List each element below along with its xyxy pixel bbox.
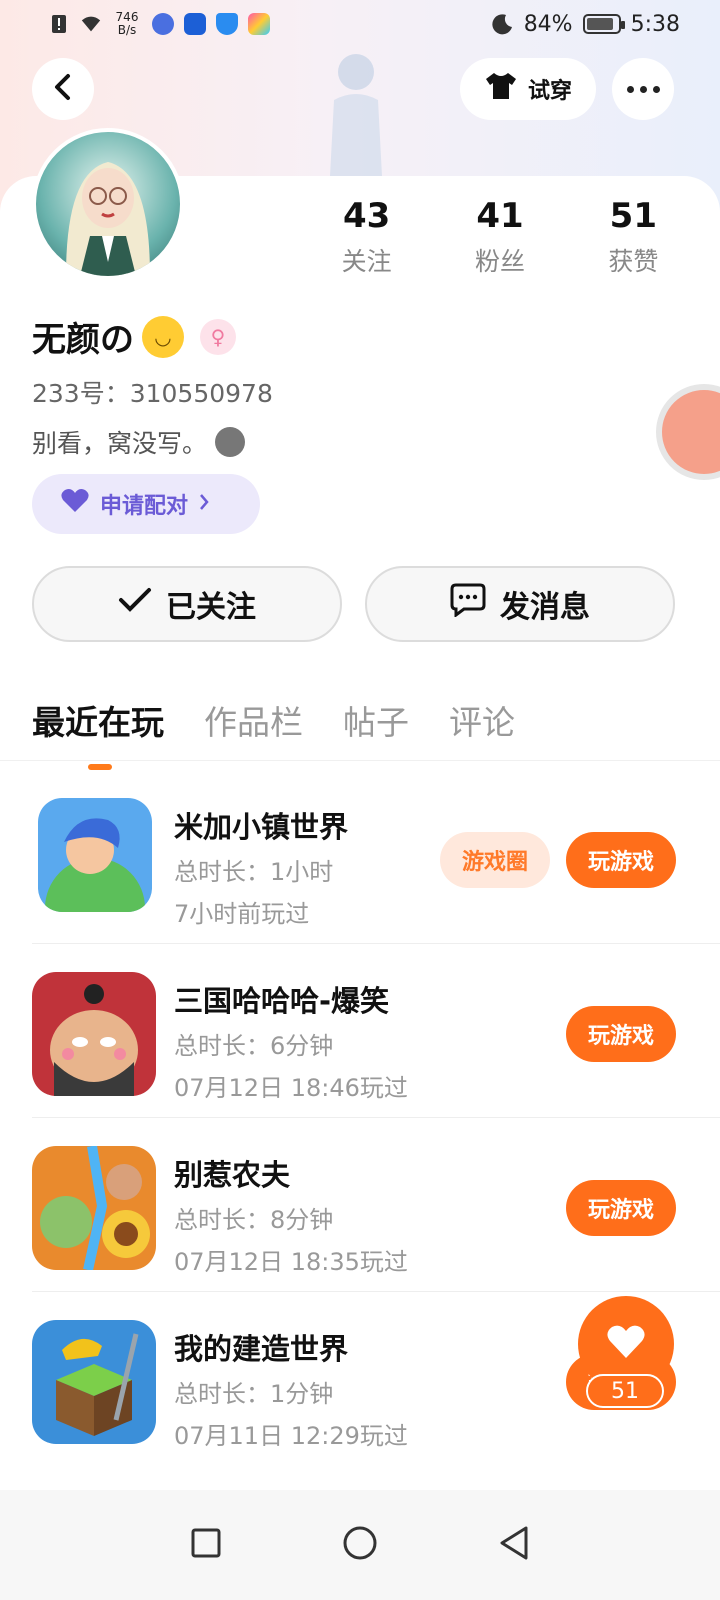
stat-likes[interactable]: 51 获赞 — [567, 196, 700, 278]
game-name: 别惹农夫 — [174, 1158, 291, 1192]
net-speed-unit: B/s — [117, 23, 137, 37]
game-last-played: 07月12日 18:46玩过 — [174, 1074, 408, 1102]
try-on-button[interactable]: 试穿 — [460, 58, 596, 120]
following-count: 43 — [343, 196, 391, 236]
bio-row: 别看，窝没写。 — [32, 424, 246, 460]
battery-icon — [582, 14, 625, 34]
profile-tabs: 最近在玩 作品栏 帖子 评论 — [32, 696, 515, 770]
game-duration: 总时长：1小时 — [174, 858, 334, 886]
tab-recently-played[interactable]: 最近在玩 — [32, 696, 164, 770]
chevron-left-icon — [52, 73, 74, 105]
status-right: 84% 5:38 — [492, 12, 680, 37]
followed-label: 已关注 — [166, 590, 256, 625]
home-icon[interactable] — [342, 1525, 378, 1565]
moon-face-emoji-icon — [215, 427, 246, 457]
tab-posts[interactable]: 帖子 — [343, 696, 409, 762]
game-duration: 总时长：1分钟 — [174, 1380, 334, 1408]
more-dots-icon — [626, 85, 634, 93]
back-triangle-icon[interactable] — [498, 1525, 530, 1565]
recent-apps-icon[interactable] — [190, 1527, 222, 1563]
pair-label: 申请配对 — [100, 494, 189, 519]
message-label: 发消息 — [500, 590, 590, 625]
chevron-right-icon — [198, 492, 210, 517]
stats-row: 43 关注 41 粉丝 51 获赞 — [300, 196, 700, 278]
game-icon-my-building-world — [32, 1320, 156, 1444]
game-icon-miga-town — [38, 798, 152, 912]
game-last-played: 07月12日 18:35玩过 — [174, 1248, 408, 1276]
tab-works[interactable]: 作品栏 — [204, 696, 303, 762]
smirk-emoji-icon: ◡ — [142, 315, 184, 358]
game-row[interactable]: 米加小镇世界 总时长：1小时 7小时前玩过 游戏圈 玩游戏 — [32, 770, 720, 944]
game-duration: 总时长：8分钟 — [174, 1206, 334, 1234]
play-game-button[interactable]: 玩游戏 — [566, 1180, 676, 1236]
game-name: 三国哈哈哈-爆笑 — [174, 984, 390, 1018]
avatar-figure-preview — [318, 48, 394, 176]
game-last-played: 7小时前玩过 — [174, 900, 310, 928]
followed-button[interactable]: 已关注 — [32, 566, 342, 642]
username: 无颜の — [32, 320, 134, 360]
game-row[interactable]: 三国哈哈哈-爆笑 总时长：6分钟 07月12日 18:46玩过 玩游戏 — [32, 944, 720, 1118]
heart-icon — [60, 488, 90, 520]
tabs-divider — [0, 760, 720, 761]
tab-comments[interactable]: 评论 — [449, 696, 515, 762]
check-icon — [118, 586, 152, 622]
status-left: 746 B/s — [48, 11, 270, 37]
heart-icon — [606, 1324, 646, 1364]
game-row[interactable]: 别惹农夫 总时长：8分钟 07月12日 18:35玩过 玩游戏 — [32, 1118, 720, 1292]
bio-text: 别看，窝没写。 — [32, 429, 208, 458]
battery-percent: 84% — [523, 11, 573, 37]
game-name: 我的建造世界 — [174, 1332, 349, 1366]
play-game-button[interactable]: 玩游戏 — [566, 1006, 676, 1062]
game-name: 米加小镇世界 — [174, 810, 349, 844]
likes-label: 获赞 — [608, 247, 659, 276]
shirt-icon — [484, 71, 518, 107]
game-icon-dont-mess-farmer — [32, 1146, 156, 1270]
following-label: 关注 — [341, 247, 392, 276]
likes-count: 51 — [609, 196, 657, 236]
game-icon-three-kingdoms — [32, 972, 156, 1096]
bulb-app-icon — [184, 13, 206, 35]
user-id: 233号：310550978 — [32, 379, 273, 408]
more-button[interactable] — [612, 58, 674, 120]
avatar[interactable] — [32, 128, 184, 280]
moon-icon — [492, 13, 514, 35]
send-message-button[interactable]: 发消息 — [365, 566, 675, 642]
game-circle-button[interactable]: 游戏圈 — [440, 832, 550, 888]
clock: 5:38 — [630, 11, 680, 37]
fans-label: 粉丝 — [474, 247, 525, 276]
system-nav-bar — [0, 1490, 720, 1600]
net-speed-value: 746 — [115, 10, 139, 24]
store-app-icon — [248, 13, 270, 35]
wifi-icon — [80, 13, 102, 35]
net-speed: 746 B/s — [112, 11, 142, 37]
like-count-badge: 51 — [586, 1374, 664, 1408]
shield-app-icon — [216, 13, 238, 35]
chat-bubble-icon — [450, 583, 486, 625]
alert-icon — [48, 13, 70, 35]
status-bar: 746 B/s 84% 5:38 — [0, 0, 720, 48]
female-icon: ♀ — [200, 318, 236, 355]
fans-count: 41 — [476, 196, 524, 236]
game-last-played: 07月11日 12:29玩过 — [174, 1422, 408, 1450]
stat-fans[interactable]: 41 粉丝 — [433, 196, 566, 278]
game-duration: 总时长：6分钟 — [174, 1032, 334, 1060]
stat-following[interactable]: 43 关注 — [300, 196, 433, 278]
apply-pair-button[interactable]: 申请配对 — [32, 474, 260, 534]
play-game-button[interactable]: 玩游戏 — [566, 832, 676, 888]
try-on-label: 试穿 — [527, 79, 572, 104]
username-row: 无颜の ◡ ♀ — [32, 312, 236, 361]
back-button[interactable] — [32, 58, 94, 120]
music-app-icon — [152, 13, 174, 35]
